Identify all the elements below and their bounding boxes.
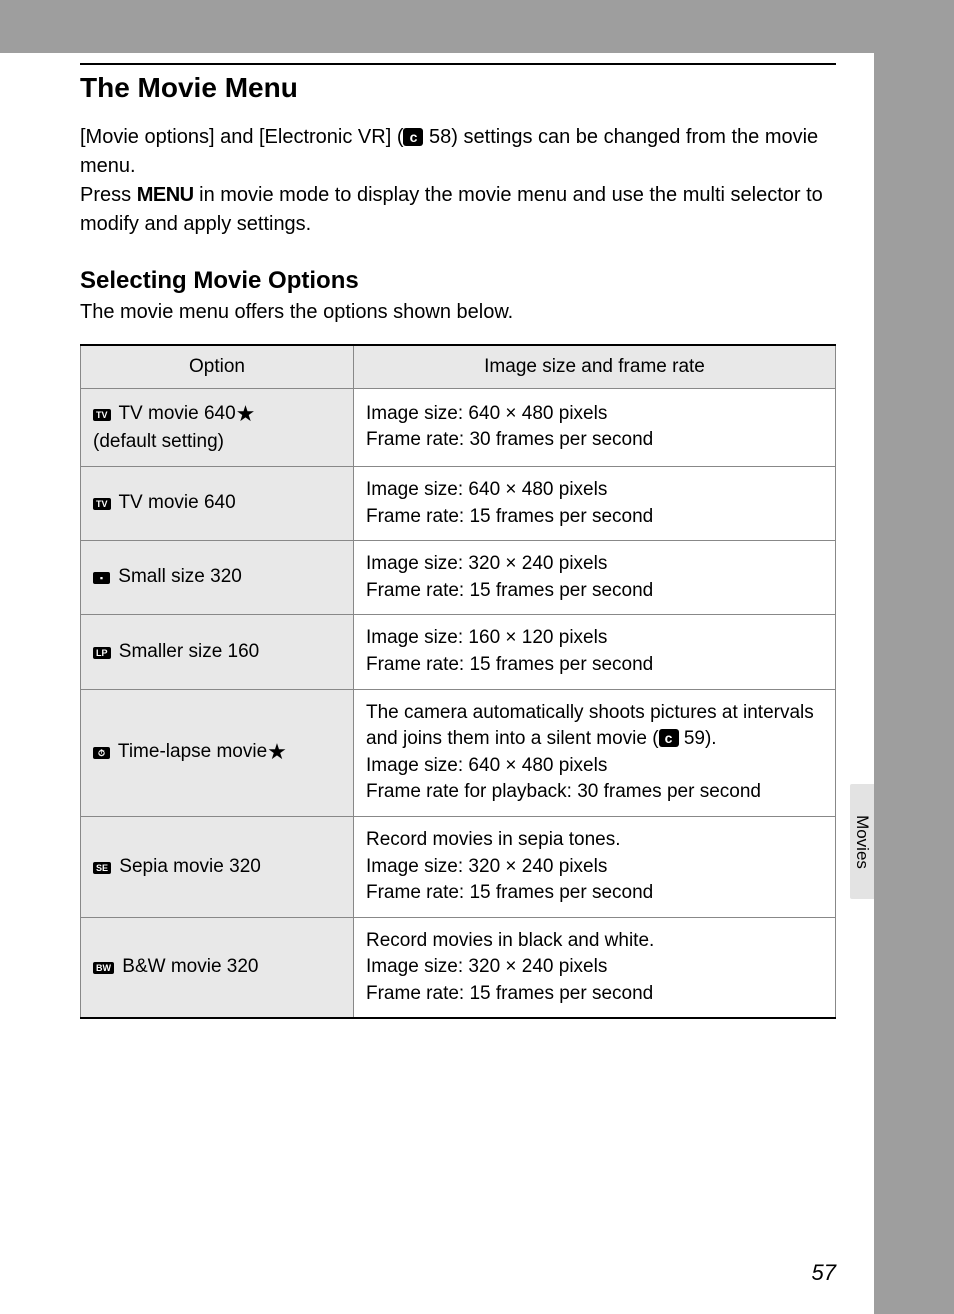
table-row: BW B&W movie 320Record movies in black a… xyxy=(81,917,836,1018)
option-cell: ▪ Small size 320 xyxy=(81,541,354,615)
intro-part1: [Movie options] and [Electronic VR] ( xyxy=(80,126,403,148)
col-header-option: Option xyxy=(81,345,354,389)
description-cell: Image size: 160 × 120 pixelsFrame rate: … xyxy=(354,615,836,689)
mode-icon: TV xyxy=(93,409,111,421)
option-label: Sepia movie 320 xyxy=(114,856,261,877)
star-icon: ★ xyxy=(267,739,287,764)
section-tab-movies: Movies xyxy=(850,784,874,899)
description-cell: Image size: 320 × 240 pixelsFrame rate: … xyxy=(354,541,836,615)
mode-icon: LP xyxy=(93,647,111,659)
option-label: B&W movie 320 xyxy=(117,956,259,977)
description-cell: Record movies in sepia tones.Image size:… xyxy=(354,816,836,917)
reference-icon: c xyxy=(403,128,423,146)
section-heading: Selecting Movie Options xyxy=(80,267,836,295)
description-cell: Image size: 640 × 480 pixelsFrame rate: … xyxy=(354,466,836,540)
table-row: LP Smaller size 160Image size: 160 × 120… xyxy=(81,615,836,689)
mode-icon: ⏱ xyxy=(93,747,110,759)
reference-icon: c xyxy=(659,729,679,747)
intro-text: [Movie options] and [Electronic VR] (c 5… xyxy=(80,123,836,239)
content-area: The Movie Menu [Movie options] and [Elec… xyxy=(0,53,874,1019)
menu-button-label: MENU xyxy=(137,184,194,206)
option-cell: BW B&W movie 320 xyxy=(81,917,354,1018)
mode-icon: BW xyxy=(93,962,114,974)
table-row: ▪ Small size 320Image size: 320 × 240 pi… xyxy=(81,541,836,615)
intro-part3a: Press xyxy=(80,184,137,206)
description-cell: Image size: 640 × 480 pixelsFrame rate: … xyxy=(354,388,836,466)
mode-icon: SE xyxy=(93,862,111,874)
table-row: TV TV movie 640Image size: 640 × 480 pix… xyxy=(81,466,836,540)
table-row: TV TV movie 640★ (default setting) Image s… xyxy=(81,388,836,466)
option-cell: ⏱ Time-lapse movie★ xyxy=(81,689,354,816)
table-header-row: Option Image size and frame rate xyxy=(81,345,836,389)
section-subtitle: The movie menu offers the options shown … xyxy=(80,301,836,324)
option-label: TV movie 640 xyxy=(114,403,236,424)
section-tab-label: Movies xyxy=(852,815,872,869)
page: The Movie Menu [Movie options] and [Elec… xyxy=(0,53,874,1314)
option-cell: SE Sepia movie 320 xyxy=(81,816,354,917)
star-icon: ★ xyxy=(236,401,256,426)
table-row: SE Sepia movie 320Record movies in sepia… xyxy=(81,816,836,917)
option-cell: TV TV movie 640 xyxy=(81,466,354,540)
table-row: ⏱ Time-lapse movie★The camera automatica… xyxy=(81,689,836,816)
description-cell: Record movies in black and white.Image s… xyxy=(354,917,836,1018)
option-label: Time-lapse movie xyxy=(113,741,267,762)
option-label: Small size 320 xyxy=(113,566,242,587)
description-cell: The camera automatically shoots pictures… xyxy=(354,689,836,816)
mode-icon: ▪ xyxy=(93,572,110,584)
option-cell: TV TV movie 640★ (default setting) xyxy=(81,388,354,466)
option-label: Smaller size 160 xyxy=(114,641,260,662)
movie-options-table: Option Image size and frame rate TV TV m… xyxy=(80,344,836,1020)
ref-page-58: 58 xyxy=(423,126,451,148)
col-header-desc: Image size and frame rate xyxy=(354,345,836,389)
page-number: 57 xyxy=(812,1260,836,1286)
mode-icon: TV xyxy=(93,498,111,510)
option-label: TV movie 640 xyxy=(114,492,236,513)
option-extra: (default setting) xyxy=(93,431,224,452)
option-cell: LP Smaller size 160 xyxy=(81,615,354,689)
page-title: The Movie Menu xyxy=(80,63,836,105)
